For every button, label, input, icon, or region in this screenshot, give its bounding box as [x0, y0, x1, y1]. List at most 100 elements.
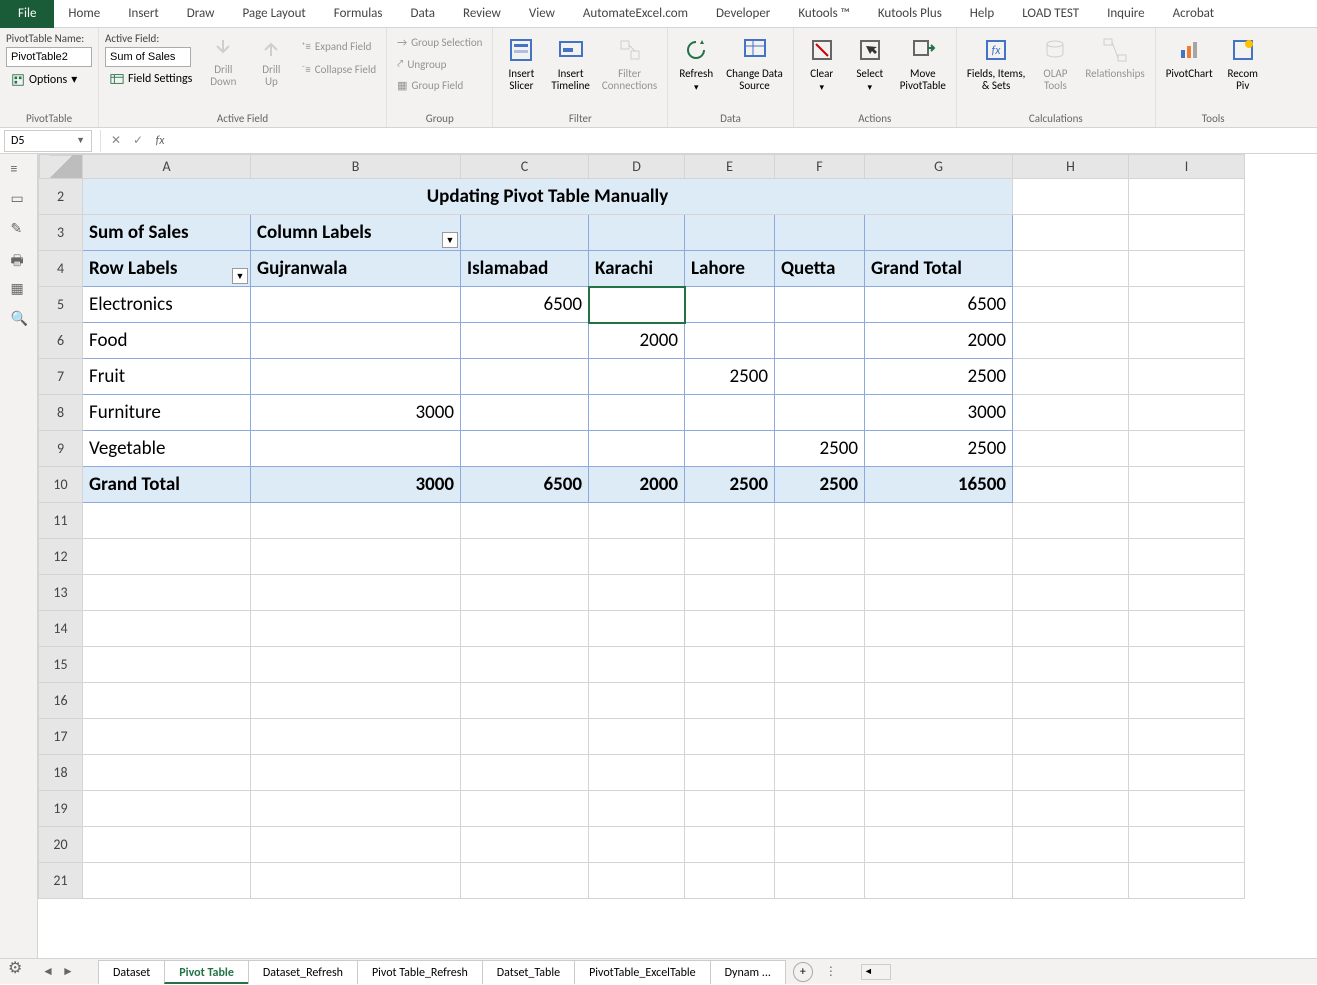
- row-header[interactable]: 19: [39, 791, 83, 827]
- cell[interactable]: 2500: [775, 467, 865, 503]
- row-header[interactable]: 2: [39, 179, 83, 215]
- cell[interactable]: [589, 215, 685, 251]
- cell[interactable]: [589, 287, 685, 323]
- row-header[interactable]: 11: [39, 503, 83, 539]
- refresh-button[interactable]: Refresh ▾: [674, 32, 718, 95]
- cell[interactable]: [1013, 431, 1129, 467]
- cell[interactable]: [685, 503, 775, 539]
- cell[interactable]: [685, 791, 775, 827]
- cell[interactable]: 3000: [865, 395, 1013, 431]
- cell[interactable]: [589, 827, 685, 863]
- cell[interactable]: [461, 863, 589, 899]
- cell[interactable]: [775, 611, 865, 647]
- cell[interactable]: Column Labels▼: [251, 215, 461, 251]
- menu-tab-acrobat[interactable]: Acrobat: [1159, 0, 1229, 28]
- cell[interactable]: Lahore: [685, 251, 775, 287]
- cell[interactable]: [1013, 359, 1129, 395]
- cell[interactable]: [1129, 179, 1245, 215]
- cell[interactable]: [685, 539, 775, 575]
- cell[interactable]: [251, 287, 461, 323]
- pivottable-options-button[interactable]: Options ▾: [6, 69, 92, 90]
- cell[interactable]: [251, 575, 461, 611]
- row-header[interactable]: 20: [39, 827, 83, 863]
- cell[interactable]: [1129, 827, 1245, 863]
- cell[interactable]: [589, 791, 685, 827]
- cell[interactable]: [461, 755, 589, 791]
- cell[interactable]: [461, 503, 589, 539]
- cell[interactable]: [251, 755, 461, 791]
- cell[interactable]: [589, 503, 685, 539]
- spreadsheet-grid[interactable]: A B C D E F G H I 2Updating Pivot Table …: [38, 154, 1245, 899]
- col-header-G[interactable]: G: [865, 155, 1013, 179]
- menu-tab-page-layout[interactable]: Page Layout: [228, 0, 319, 28]
- active-field-input[interactable]: [105, 47, 191, 67]
- cell[interactable]: [1129, 395, 1245, 431]
- cell[interactable]: [1129, 539, 1245, 575]
- add-sheet-button[interactable]: +: [793, 962, 813, 982]
- cell[interactable]: [461, 611, 589, 647]
- cell[interactable]: [865, 503, 1013, 539]
- cell[interactable]: [461, 215, 589, 251]
- cell[interactable]: [685, 647, 775, 683]
- row-labels-filter-icon[interactable]: ▼: [232, 268, 248, 284]
- cell[interactable]: [775, 395, 865, 431]
- cell[interactable]: Grand Total: [865, 251, 1013, 287]
- cell[interactable]: [589, 359, 685, 395]
- cell[interactable]: [589, 755, 685, 791]
- cell[interactable]: 3000: [251, 395, 461, 431]
- cell[interactable]: Sum of Sales: [83, 215, 251, 251]
- cell[interactable]: 2500: [865, 431, 1013, 467]
- cell[interactable]: [1013, 647, 1129, 683]
- cell[interactable]: 2500: [775, 431, 865, 467]
- cell[interactable]: [1013, 323, 1129, 359]
- cell[interactable]: 6500: [461, 467, 589, 503]
- cell[interactable]: [775, 575, 865, 611]
- cell[interactable]: [589, 431, 685, 467]
- cell[interactable]: [1013, 791, 1129, 827]
- cell[interactable]: Grand Total: [83, 467, 251, 503]
- cell[interactable]: [865, 863, 1013, 899]
- cell[interactable]: [1013, 827, 1129, 863]
- cell[interactable]: Karachi: [589, 251, 685, 287]
- cell[interactable]: [775, 863, 865, 899]
- cell[interactable]: Furniture: [83, 395, 251, 431]
- sheet-tab[interactable]: Dataset_Refresh: [248, 960, 358, 984]
- cell[interactable]: [865, 611, 1013, 647]
- field-settings-button[interactable]: Field Settings: [105, 69, 197, 89]
- cell[interactable]: [775, 215, 865, 251]
- menu-tab-review[interactable]: Review: [449, 0, 515, 28]
- cell[interactable]: Row Labels▼: [83, 251, 251, 287]
- cell[interactable]: [461, 359, 589, 395]
- cell[interactable]: [461, 791, 589, 827]
- cell[interactable]: [83, 683, 251, 719]
- accept-formula-button[interactable]: ✓: [127, 130, 149, 152]
- cell[interactable]: [251, 503, 461, 539]
- gutter-workbook-icon[interactable]: ▭: [11, 190, 27, 206]
- row-header[interactable]: 10: [39, 467, 83, 503]
- menu-tab-inquire[interactable]: Inquire: [1093, 0, 1159, 28]
- cell[interactable]: [461, 323, 589, 359]
- cell[interactable]: [461, 539, 589, 575]
- cell[interactable]: Food: [83, 323, 251, 359]
- cell[interactable]: [251, 719, 461, 755]
- cancel-formula-button[interactable]: ✕: [105, 130, 127, 152]
- cell[interactable]: 2000: [589, 323, 685, 359]
- cell[interactable]: [1129, 683, 1245, 719]
- cell[interactable]: [251, 539, 461, 575]
- cell[interactable]: [461, 395, 589, 431]
- cell[interactable]: [1129, 215, 1245, 251]
- row-header[interactable]: 18: [39, 755, 83, 791]
- cell[interactable]: [251, 359, 461, 395]
- row-header[interactable]: 3: [39, 215, 83, 251]
- cell[interactable]: [589, 719, 685, 755]
- cell[interactable]: 2500: [685, 359, 775, 395]
- insert-function-button[interactable]: fx: [149, 130, 171, 152]
- cell[interactable]: [1013, 755, 1129, 791]
- sheet-tab[interactable]: Pivot Table: [164, 960, 249, 984]
- cell[interactable]: [775, 323, 865, 359]
- row-header[interactable]: 12: [39, 539, 83, 575]
- cell[interactable]: [775, 647, 865, 683]
- recommended-pivottables-button[interactable]: Recom Piv: [1221, 32, 1265, 94]
- menu-tab-kutools-plus[interactable]: Kutools Plus: [864, 0, 956, 28]
- cell[interactable]: 2500: [685, 467, 775, 503]
